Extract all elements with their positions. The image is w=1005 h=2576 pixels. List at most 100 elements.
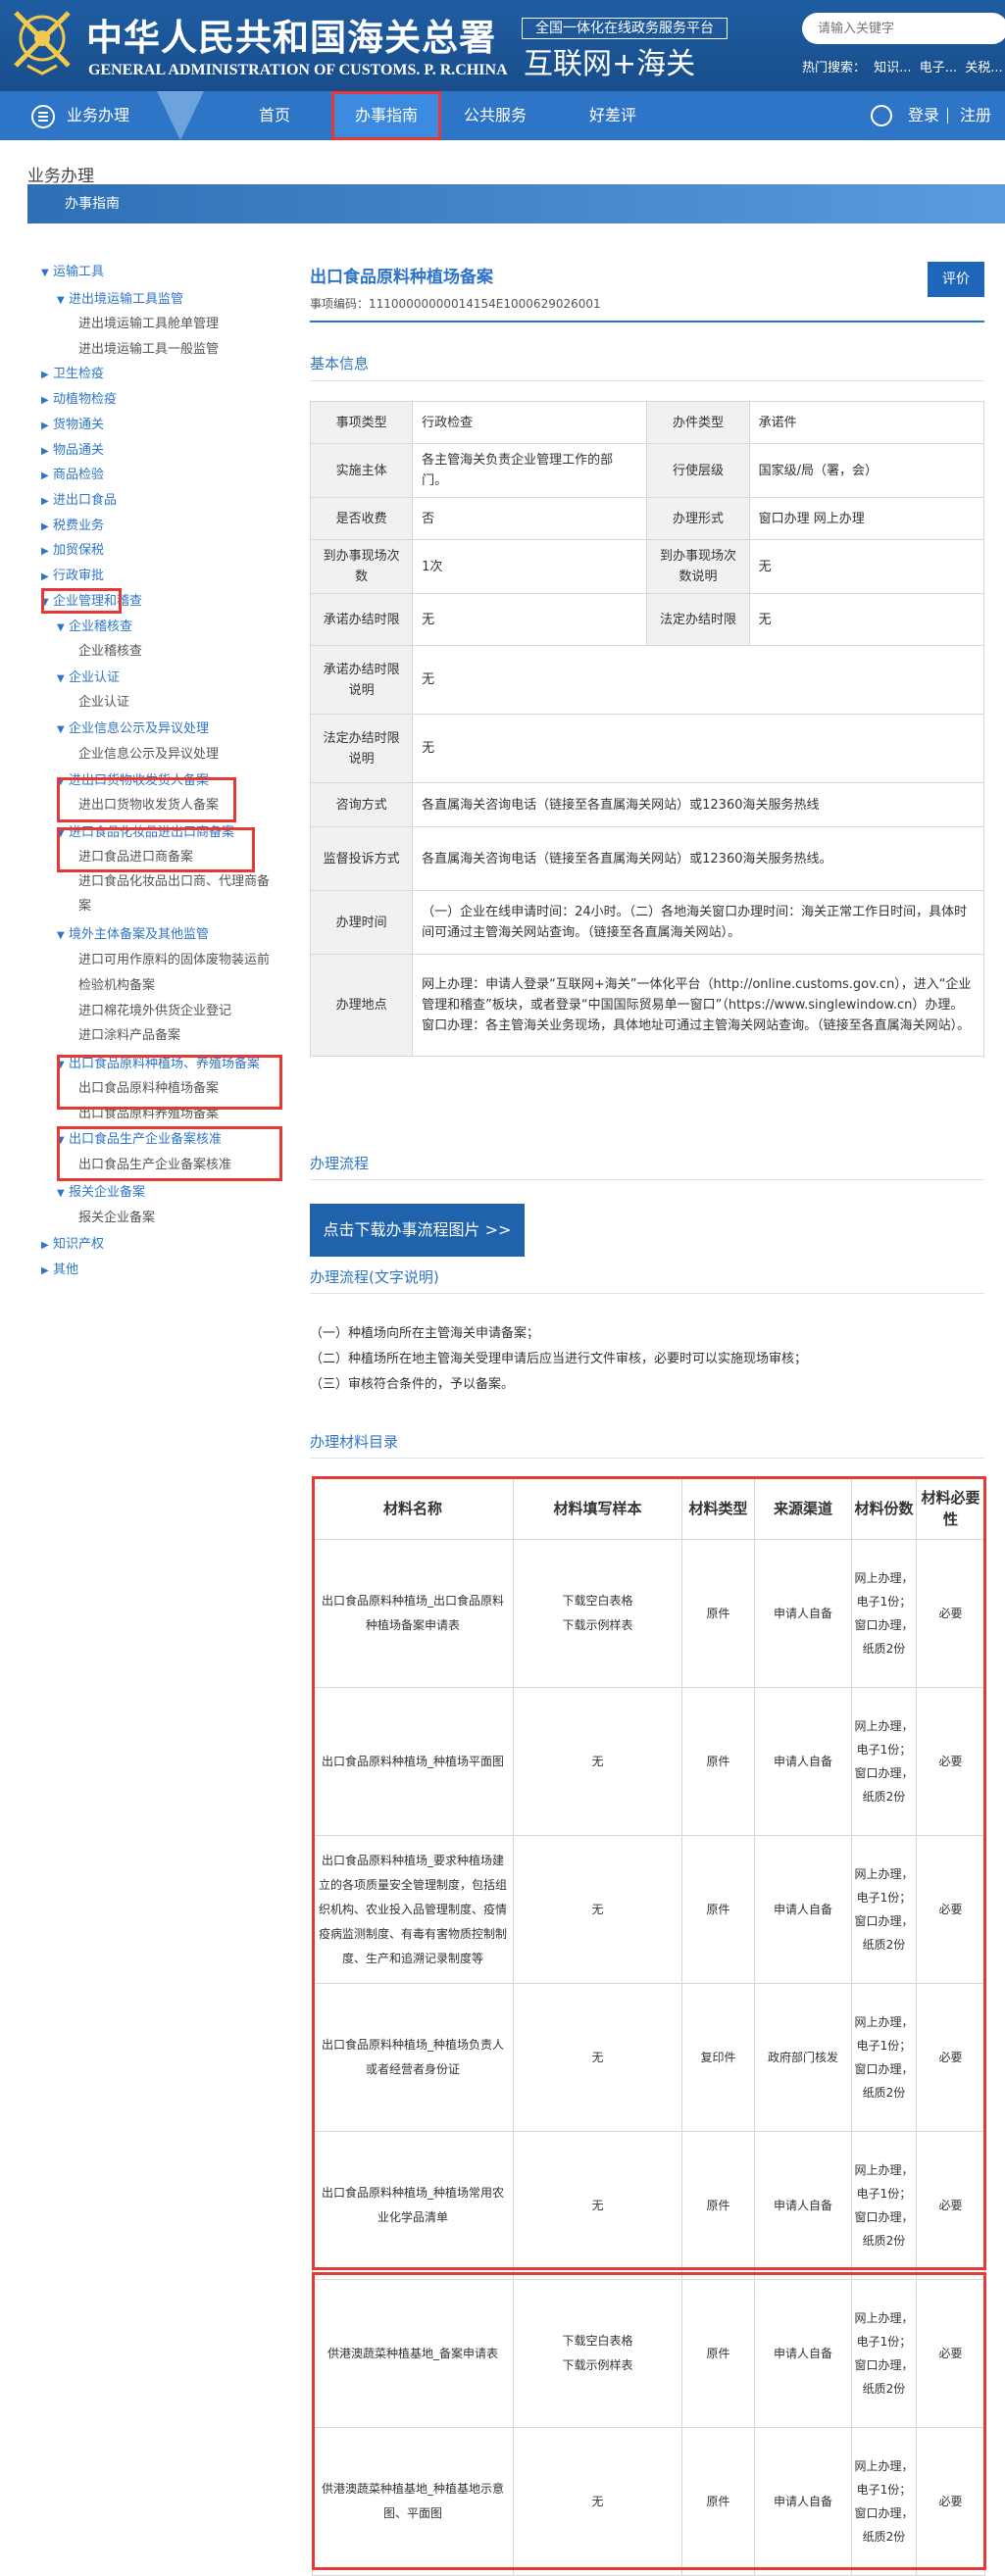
- sidebar-item-label: 货物通关: [53, 418, 105, 432]
- menu-icon[interactable]: [31, 105, 55, 128]
- sidebar-item-label: 运输工具: [53, 265, 105, 279]
- customs-emblem-icon: [14, 11, 71, 75]
- process-heading: 办理流程: [310, 1155, 370, 1172]
- process-steps: （一）种植场向所在主管海关申请备案； （二）种植场所在地主管海关受理申请后应当进…: [310, 1321, 807, 1398]
- basic-info-table: 事项类型 行政检查 办件类型 承诺件 实施主体 各主管海关负责企业管理工作的部门。 行使层级…: [309, 401, 985, 1057]
- sidebar-item[interactable]: 进口棉花境外供货企业登记: [78, 1002, 231, 1021]
- info-value: 各主管海关负责企业管理工作的部门。: [412, 443, 648, 498]
- sidebar-item[interactable]: 企业信息公示及异议处理: [78, 745, 219, 765]
- site-title-cn: 中华人民共和国海关总署: [86, 16, 496, 59]
- sidebar-item[interactable]: 进出境运输工具一般监管: [78, 340, 219, 360]
- nav-public-service[interactable]: 公共服务: [456, 91, 534, 140]
- sidebar-item[interactable]: ▶ 税费业务: [41, 517, 104, 537]
- nav-business[interactable]: 业务办理: [67, 91, 145, 140]
- sidebar-item-label: 进口可用作原料的固体废物装运前: [78, 953, 271, 967]
- info-row: 承诺办结时限说明无: [309, 645, 984, 715]
- sidebar-item[interactable]: ▶ 加贸保税: [41, 541, 104, 562]
- sidebar-item[interactable]: ▼ 境外主体备案及其他监管: [57, 925, 209, 946]
- info-key: 到办事现场次数说明: [646, 539, 750, 594]
- login-link[interactable]: 登录: [904, 91, 943, 140]
- info-key: 承诺办结时限说明: [309, 645, 414, 715]
- info-key: 实施主体: [309, 443, 414, 498]
- main-nav: 业务办理 首页 办事指南 公共服务 好差评 登录 注册: [0, 91, 1005, 140]
- service-code: 事项编码：11100000000014154E1000629026001: [310, 295, 601, 312]
- sidebar-item[interactable]: ▶ 进出口食品: [41, 491, 117, 512]
- info-key: 事项类型: [309, 401, 414, 444]
- info-key: 办理形式: [646, 497, 750, 540]
- sidebar-item[interactable]: ▶ 知识产权: [41, 1235, 104, 1256]
- sidebar-item[interactable]: ▶ 商品检验: [41, 466, 104, 486]
- info-value: 国家级/局（署，会）: [748, 443, 985, 498]
- info-key: 办理地点: [309, 954, 414, 1057]
- search-input[interactable]: [802, 13, 1005, 44]
- sidebar-item-label: 进口涂料产品备案: [78, 1028, 181, 1043]
- nav-guide[interactable]: 办事指南: [331, 91, 441, 140]
- info-value: 承诺件: [748, 401, 985, 444]
- sidebar-item-label: 动植物检疫: [53, 392, 118, 407]
- info-value: 1次: [412, 539, 648, 594]
- sidebar-item-label: 进出口食品: [53, 493, 118, 508]
- download-flowchart-button[interactable]: 点击下载办事流程图片 >>: [310, 1204, 525, 1257]
- caret-right-icon: ▶: [41, 571, 49, 582]
- caret-right-icon: ▶: [41, 446, 49, 457]
- sidebar-item[interactable]: ▼ 运输工具: [41, 263, 104, 283]
- sidebar-item[interactable]: 企业认证: [78, 693, 129, 713]
- sidebar-item-label: 物品通关: [53, 443, 105, 458]
- info-key: 行使层级: [646, 443, 750, 498]
- evaluate-button[interactable]: 评价: [928, 262, 984, 297]
- sidebar-item[interactable]: ▶ 动植物检疫: [41, 390, 117, 411]
- caret-down-icon: ▼: [57, 295, 65, 306]
- sidebar-item[interactable]: ▼ 企业稽核查: [57, 618, 132, 638]
- sidebar-item-label: 卫生检疫: [53, 367, 105, 381]
- sidebar-item-label: 商品检验: [53, 468, 105, 482]
- sidebar-item-label: 企业认证: [69, 670, 121, 685]
- info-row: 承诺办结时限无法定办结时限无: [309, 593, 985, 646]
- sidebar-item-label: 进出境运输工具一般监管: [78, 342, 220, 357]
- sidebar-item[interactable]: 报关企业备案: [78, 1209, 155, 1228]
- sidebar-item-label: 企业信息公示及异议处理: [69, 721, 210, 736]
- sidebar-item[interactable]: ▶ 其他: [41, 1261, 78, 1281]
- sidebar-item-label: 报关企业备案: [78, 1211, 156, 1225]
- nav-divider: [947, 108, 948, 124]
- caret-right-icon: ▶: [41, 1240, 49, 1251]
- sidebar-item[interactable]: 进口涂料产品备案: [78, 1026, 180, 1046]
- caret-down-icon: ▼: [57, 622, 65, 633]
- section-divider: [310, 380, 984, 381]
- sidebar-item[interactable]: ▼ 企业信息公示及异议处理: [57, 719, 209, 740]
- guide-bar: 办事指南: [27, 184, 1005, 223]
- nav-review[interactable]: 好差评: [578, 91, 647, 140]
- sidebar-item[interactable]: 进口可用作原料的固体废物装运前: [78, 951, 270, 970]
- platform-name: 互联网+海关: [524, 47, 696, 81]
- sidebar-item-label: 企业稽核查: [78, 644, 143, 659]
- sidebar-item[interactable]: 进出境运输工具舱单管理: [78, 315, 219, 334]
- sidebar-item[interactable]: ▼ 报关企业备案: [57, 1183, 145, 1204]
- sidebar-item[interactable]: ▼ 进出境运输工具监管: [57, 290, 183, 311]
- hot-search-link[interactable]: 电子...: [920, 61, 957, 75]
- sidebar-item[interactable]: ▶ 货物通关: [41, 416, 104, 436]
- highlight-box: [312, 2272, 986, 2570]
- register-link[interactable]: 注册: [956, 91, 995, 140]
- sidebar-item[interactable]: 企业稽核查: [78, 642, 142, 662]
- nav-home[interactable]: 首页: [245, 91, 304, 140]
- sidebar-item[interactable]: ▶ 物品通关: [41, 441, 104, 462]
- caret-down-icon: ▼: [57, 930, 65, 941]
- info-row: 办理地点 网上办理：申请人登录“互联网+海关”一体化平台（http://onlin…: [309, 954, 984, 1057]
- info-value: 无: [412, 714, 984, 783]
- sidebar-item[interactable]: 检验机构备案: [78, 976, 155, 996]
- sidebar-item[interactable]: ▶ 卫生检疫: [41, 365, 104, 385]
- hot-search: 热门搜索： 知识... 电子... 关税...: [802, 57, 1005, 75]
- sidebar-item-label: 进口棉花境外供货企业登记: [78, 1004, 232, 1018]
- hot-search-link[interactable]: 知识...: [874, 61, 911, 75]
- sidebar-item[interactable]: ▼ 企业认证: [57, 669, 120, 689]
- sidebar-item[interactable]: 进口食品化妆品出口商、代理商备: [78, 872, 270, 892]
- hot-search-link[interactable]: 关税...: [965, 61, 1002, 75]
- highlight-box: [57, 1055, 282, 1110]
- page-title: 出口食品原料种植场备案: [310, 268, 493, 287]
- chat-icon[interactable]: [871, 105, 892, 126]
- sidebar-item[interactable]: 案: [78, 897, 91, 916]
- info-value: 无: [412, 645, 984, 715]
- process-step: （一）种植场向所在主管海关申请备案；: [310, 1326, 540, 1341]
- sidebar-item-label: 企业稽核查: [69, 619, 133, 634]
- sidebar-item[interactable]: ▶ 行政审批: [41, 567, 104, 587]
- info-key: 法定办结时限说明: [309, 714, 414, 783]
